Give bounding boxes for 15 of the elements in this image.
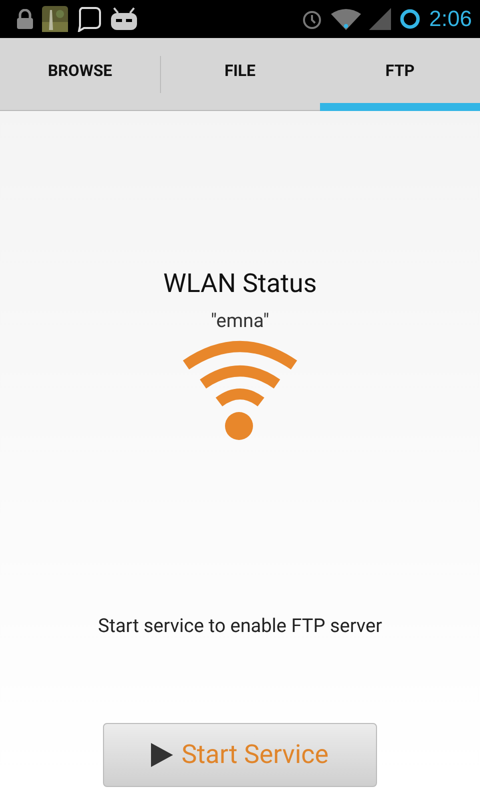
status-time: 2:06 — [429, 6, 472, 32]
wifi-icon — [331, 8, 362, 30]
tab[interactable]: BROWSE — [0, 38, 160, 111]
network-name: "emna" — [210, 309, 270, 332]
service-message: Start service to enable FTP server — [98, 614, 382, 637]
signal-icon — [369, 8, 392, 30]
wlan-status-title: WLAN Status — [163, 269, 317, 299]
tab[interactable]: FILE — [160, 38, 320, 111]
chat-bubble-icon — [76, 6, 102, 32]
alarm-clock-icon — [301, 8, 324, 30]
robot-head-icon — [110, 7, 138, 31]
progress-ring-icon — [399, 8, 422, 30]
wifi-icon — [181, 340, 299, 440]
lock-icon — [16, 9, 34, 29]
play-icon — [151, 743, 174, 767]
